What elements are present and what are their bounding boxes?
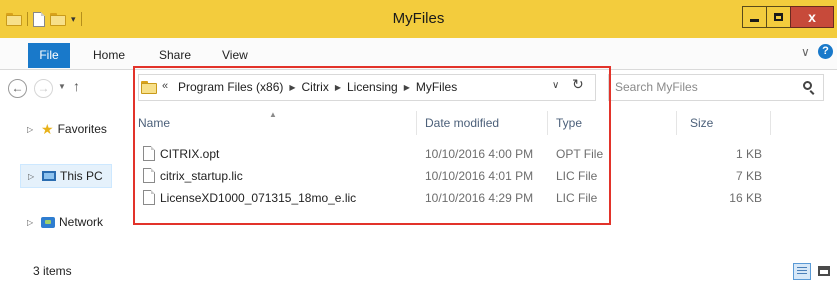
column-header-size[interactable]: Size (690, 111, 713, 135)
tab-view[interactable]: View (222, 43, 248, 68)
file-size: 16 KB (729, 191, 762, 205)
close-icon: x (808, 9, 816, 25)
item-count: 3 items (33, 264, 72, 278)
star-icon: ★ (41, 121, 54, 137)
details-view-icon[interactable] (793, 263, 811, 280)
forward-button[interactable]: → (34, 79, 53, 98)
recent-locations-chevron-icon[interactable]: ▼ (58, 82, 66, 91)
nav-item-this-pc[interactable]: ▷ This PC (20, 164, 112, 188)
column-divider[interactable] (676, 111, 677, 135)
tab-home[interactable]: Home (93, 43, 125, 68)
maximize-icon (774, 13, 783, 21)
expand-arrow-icon[interactable]: ▷ (28, 172, 38, 181)
window-title: MyFiles (392, 10, 445, 27)
tab-share[interactable]: Share (159, 43, 191, 68)
back-button[interactable]: ← (8, 79, 27, 98)
column-divider[interactable] (770, 111, 771, 135)
help-icon[interactable]: ? (818, 44, 833, 59)
search-input[interactable]: Search MyFiles (615, 74, 795, 101)
network-icon (41, 216, 55, 228)
file-size: 7 KB (735, 169, 762, 183)
expand-arrow-icon[interactable]: ▷ (27, 125, 37, 134)
highlight-box (133, 66, 611, 225)
up-arrow-icon[interactable]: ↑ (73, 78, 80, 94)
computer-icon (42, 171, 56, 181)
tab-file[interactable]: File (28, 43, 70, 68)
search-icon[interactable] (803, 81, 812, 90)
maximize-button[interactable] (766, 6, 791, 28)
large-icons-view-icon[interactable] (816, 263, 833, 280)
status-bar (0, 260, 837, 287)
nav-item-favorites[interactable]: ▷ ★ Favorites (27, 119, 107, 139)
close-button[interactable]: x (790, 6, 834, 28)
minimize-icon (750, 18, 759, 22)
minimize-button[interactable] (742, 6, 767, 28)
nav-item-label: Favorites (57, 122, 107, 136)
nav-item-network[interactable]: ▷ Network (27, 212, 103, 232)
nav-item-label: Network (59, 215, 104, 229)
expand-arrow-icon[interactable]: ▷ (27, 218, 37, 227)
nav-item-label: This PC (60, 169, 103, 183)
file-size: 1 KB (735, 147, 762, 161)
expand-ribbon-chevron-icon[interactable]: ∨ (801, 45, 810, 59)
